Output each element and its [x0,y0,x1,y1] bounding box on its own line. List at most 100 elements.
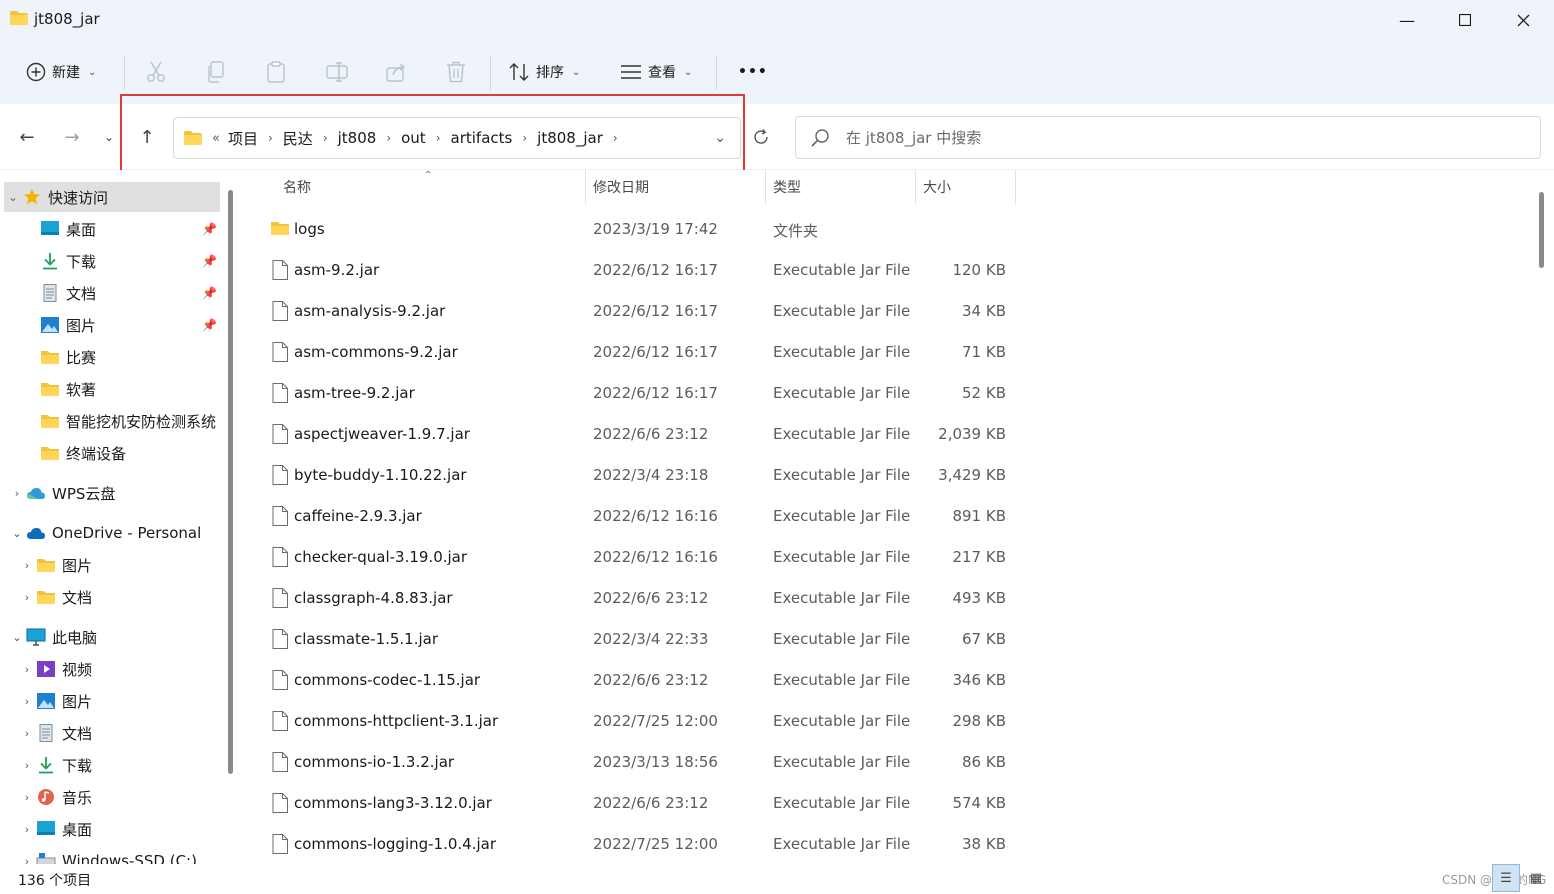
view-button[interactable]: 查看 ⌄ [620,58,692,86]
sidebar-item-documents[interactable]: 文档 📌 [22,278,217,308]
column-separator[interactable] [765,170,766,204]
delete-button[interactable] [446,58,466,86]
breadcrumb-item[interactable]: 项目 [224,128,262,149]
details-view-button[interactable]: ☰ [1492,864,1520,892]
chevron-down-icon[interactable]: ⌄ [8,631,26,644]
column-header-type[interactable]: 类型 [773,170,801,204]
sidebar-item-pc-documents[interactable]: › 文档 [18,718,92,748]
sidebar-item-pc-downloads[interactable]: › 下载 [18,750,92,780]
minimize-button[interactable]: — [1378,0,1436,40]
file-row[interactable]: classgraph-4.8.83.jar 2022/6/6 23:12 Execu… [242,578,1532,619]
sidebar-item-music[interactable]: › 音乐 [18,782,92,812]
pin-icon[interactable]: 📌 [202,222,217,236]
breadcrumb-item[interactable]: 民达 [279,128,317,149]
sidebar-scrollbar[interactable] [228,190,233,774]
chevron-right-icon[interactable]: › [262,131,279,145]
sidebar-item-folder[interactable]: 比赛 [22,342,96,372]
column-separator[interactable] [585,170,586,204]
sidebar-item-downloads[interactable]: 下载 📌 [22,246,217,276]
file-row[interactable]: classmate-1.5.1.jar 2022/3/4 22:33 Executa… [242,619,1532,660]
sidebar-item-drive-c[interactable]: › Windows-SSD (C:) [18,846,197,864]
sidebar-item-folder[interactable]: 智能挖机安防检测系统 [22,406,220,436]
sort-button[interactable]: 排序 ⌄ [508,58,580,86]
chevron-right-icon[interactable]: › [18,559,36,572]
file-list-scrollbar[interactable] [1539,192,1544,268]
cut-button[interactable] [146,58,166,86]
column-header-date[interactable]: 修改日期 [593,170,649,204]
file-row[interactable]: asm-analysis-9.2.jar 2022/6/12 16:17 Execu… [242,291,1532,332]
maximize-button[interactable] [1436,0,1494,40]
chevron-right-icon[interactable]: › [516,131,533,145]
copy-button[interactable] [206,58,226,86]
pin-icon[interactable]: 📌 [202,254,217,268]
paste-button[interactable] [266,58,286,86]
recent-locations-button[interactable]: ⌄ [96,124,122,150]
close-button[interactable] [1494,0,1552,40]
chevron-right-icon[interactable]: › [18,791,36,804]
file-row[interactable]: commons-lang3-3.12.0.jar 2022/6/6 23:12 Ex… [242,783,1532,824]
sidebar-item-pc-desktop[interactable]: › 桌面 [18,814,92,844]
sidebar-item-onedrive-pictures[interactable]: › 图片 [18,550,92,580]
chevron-right-icon[interactable]: › [18,591,36,604]
sidebar-item-pictures[interactable]: 图片 📌 [22,310,217,340]
chevron-down-icon[interactable]: ⌄ [8,527,26,540]
sidebar-item-this-pc[interactable]: ⌄ 此电脑 [8,622,97,652]
file-row[interactable]: asm-9.2.jar 2022/6/12 16:17 Executable Jar… [242,250,1532,291]
new-button[interactable]: 新建 ⌄ [26,58,96,86]
address-dropdown-icon[interactable]: ⌄ [714,130,726,146]
file-row[interactable]: aspectjweaver-1.9.7.jar 2022/6/6 23:12 Exe… [242,414,1532,455]
pin-icon[interactable]: 📌 [202,286,217,300]
forward-button[interactable]: → [57,124,87,150]
breadcrumb-item[interactable]: artifacts [447,129,517,147]
refresh-button[interactable] [748,124,774,150]
file-row[interactable]: commons-codec-1.15.jar 2022/6/6 23:12 Exec… [242,660,1532,701]
chevron-right-icon[interactable]: › [607,131,624,145]
chevron-right-icon[interactable]: › [380,131,397,145]
up-button[interactable]: ↑ [132,124,162,150]
file-row[interactable]: byte-buddy-1.10.22.jar 2022/3/4 23:18 Exec… [242,455,1532,496]
file-row[interactable]: asm-commons-9.2.jar 2022/6/12 16:17 Execut… [242,332,1532,373]
chevron-right-icon[interactable]: › [18,823,36,836]
sidebar-item-folder[interactable]: 终端设备 [22,438,126,468]
file-row[interactable]: commons-httpclient-3.1.jar 2022/7/25 12:0… [242,701,1532,742]
chevron-right-icon[interactable]: › [430,131,447,145]
file-row[interactable]: commons-io-1.3.2.jar 2023/3/13 18:56 Execu… [242,742,1532,783]
column-separator[interactable] [1015,170,1016,204]
rename-button[interactable] [326,58,348,86]
chevron-right-icon[interactable]: › [18,695,36,708]
column-header-name[interactable]: 名称 [283,170,311,204]
chevron-right-icon[interactable]: › [18,759,36,772]
pin-icon[interactable]: 📌 [202,318,217,332]
search-box[interactable] [795,116,1541,159]
breadcrumb-item[interactable]: jt808_jar [533,129,607,147]
file-row[interactable]: asm-tree-9.2.jar 2022/6/12 16:17 Executabl… [242,373,1532,414]
chevron-right-icon[interactable]: › [317,131,334,145]
sidebar-item-onedrive[interactable]: ⌄ OneDrive - Personal [8,518,201,548]
share-button[interactable] [386,58,408,86]
chevron-right-icon[interactable]: › [18,855,36,865]
sidebar-item-desktop[interactable]: 桌面 📌 [22,214,217,244]
sidebar-item-onedrive-documents[interactable]: › 文档 [18,582,92,612]
chevron-right-icon[interactable]: › [8,487,26,500]
search-input[interactable] [846,128,1446,147]
sidebar-item-folder[interactable]: 软著 [22,374,96,404]
file-row[interactable]: caffeine-2.9.3.jar 2022/6/12 16:16 Executa… [242,496,1532,537]
breadcrumb-item[interactable]: out [397,129,430,147]
overflow-crumb[interactable]: « [208,131,224,146]
sidebar-item-pc-pictures[interactable]: › 图片 [18,686,92,716]
tiles-view-button[interactable]: ▦ [1522,864,1550,892]
address-bar[interactable]: « 项目 › 民达 › jt808 › out › artifacts › jt… [173,117,741,159]
more-button[interactable]: ••• [738,58,768,86]
sidebar-item-videos[interactable]: › 视频 [18,654,92,684]
chevron-down-icon[interactable]: ⌄ [4,191,22,204]
column-header-size[interactable]: 大小 [923,170,951,204]
sidebar-item-wps[interactable]: › WPS云盘 [8,478,116,508]
back-button[interactable]: ← [12,124,42,150]
file-row[interactable]: logs 2023/3/19 17:42 文件夹 [242,209,1532,250]
breadcrumb-item[interactable]: jt808 [334,129,381,147]
file-row[interactable]: checker-qual-3.19.0.jar 2022/6/12 16:16 Ex… [242,537,1532,578]
chevron-right-icon[interactable]: › [18,727,36,740]
sidebar-item-quick-access[interactable]: ⌄ 快速访问 [4,182,220,212]
chevron-right-icon[interactable]: › [18,663,36,676]
file-row[interactable]: commons-logging-1.0.4.jar 2022/7/25 12:00… [242,824,1532,864]
